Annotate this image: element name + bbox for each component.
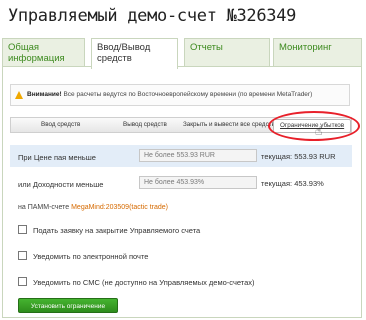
subtab-close-withdraw-all[interactable]: Закрыть и вывести все средства <box>183 121 278 128</box>
notice-box: Внимание! Все расчеты ведутся по Восточн… <box>10 84 350 106</box>
sms-notify-label: Уведомить по СМС (не доступно на Управля… <box>33 278 255 287</box>
tab-deposit-withdraw[interactable]: Ввод/Вывод средств <box>91 38 178 69</box>
pamm-account-link[interactable]: MegaMind:203509(tactic trade) <box>71 204 168 211</box>
pamm-account-line: на ПАММ-счете MegaMind:203509(tactic tra… <box>18 204 168 211</box>
sms-notify-option[interactable]: Уведомить по СМС (не доступно на Управля… <box>18 277 255 287</box>
price-label: При Цене пая меньше <box>18 153 96 162</box>
subtab-withdraw[interactable]: Вывод средств <box>123 121 167 128</box>
close-request-checkbox[interactable] <box>18 225 27 234</box>
yield-current: текущая: 453.93% <box>261 179 324 188</box>
close-request-label: Подать заявку на закрытие Управляемого с… <box>33 226 201 235</box>
email-notify-label: Уведомить по электронной почте <box>33 252 149 261</box>
notice-text: Все расчеты ведутся по Восточноевропейск… <box>61 91 313 98</box>
price-current: текущая: 553.93 RUR <box>261 152 336 161</box>
yield-input[interactable]: Не более 453.93% <box>139 176 257 189</box>
warning-icon <box>15 91 23 99</box>
highlight-ellipse <box>268 111 360 141</box>
tab-bar: Общая информация Ввод/Вывод средств Отче… <box>0 38 366 69</box>
tab-general-info[interactable]: Общая информация <box>2 38 85 66</box>
email-notify-option[interactable]: Уведомить по электронной почте <box>18 251 148 261</box>
email-notify-checkbox[interactable] <box>18 251 27 260</box>
sms-notify-checkbox[interactable] <box>18 277 27 286</box>
close-request-option[interactable]: Подать заявку на закрытие Управляемого с… <box>18 225 200 235</box>
price-input[interactable]: Не более 553.93 RUR <box>139 149 257 162</box>
pamm-prefix: на ПАММ-счете <box>18 204 72 211</box>
page-title: Управляемый демо-счет №326349 <box>8 6 297 26</box>
subtab-deposit[interactable]: Ввод средств <box>41 121 80 128</box>
tab-reports[interactable]: Отчеты <box>184 38 270 66</box>
notice-title: Внимание! <box>27 91 62 98</box>
hand-cursor-icon: ☝ <box>315 124 323 138</box>
set-limit-button[interactable]: Установить ограничение <box>18 298 118 313</box>
tab-monitoring[interactable]: Мониторинг <box>273 38 362 66</box>
yield-label: или Доходности меньше <box>18 180 104 189</box>
